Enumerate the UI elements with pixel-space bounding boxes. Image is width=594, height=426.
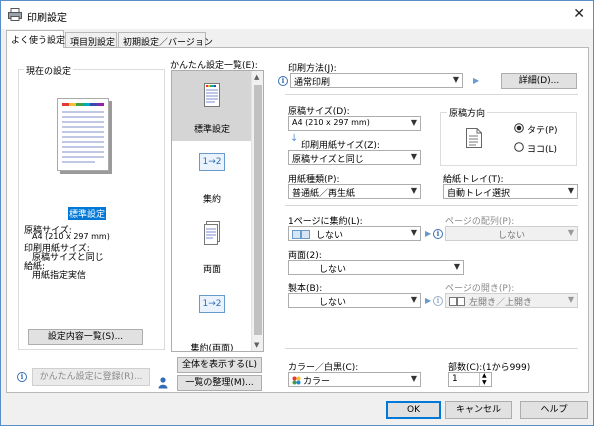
- quick-item-standard-label: 標準設定: [193, 125, 230, 135]
- tray-select[interactable]: 自動トレイ選択 ▼: [443, 184, 578, 199]
- color-select[interactable]: カラー ▼: [288, 372, 421, 387]
- scroll-thumb[interactable]: [254, 85, 262, 335]
- booklet-triangle-icon: ▶: [425, 296, 432, 305]
- booklet-info-icon[interactable]: i: [433, 296, 443, 306]
- current-settings-label: 現在の設定: [24, 64, 74, 77]
- portrait-page-icon: [466, 128, 482, 148]
- divider: [285, 205, 578, 206]
- radio-portrait-label: タテ(P): [527, 126, 558, 136]
- ok-button[interactable]: OK: [386, 401, 441, 419]
- orientation-label: 原稿方向: [447, 106, 488, 119]
- duplex-select[interactable]: しない ▼: [288, 260, 464, 275]
- register-quick-setting-button[interactable]: かんたん設定に登録(R)...: [32, 368, 150, 386]
- page-order-select[interactable]: しない ▼: [445, 226, 578, 241]
- quick-item-nup-duplex-label: 集約(両面): [190, 344, 234, 352]
- tab-initial-settings-version[interactable]: 初期設定／バージョン: [118, 32, 213, 48]
- quick-list-scrollbar[interactable]: ▲ ▼: [251, 71, 263, 351]
- scroll-down-icon[interactable]: ▼: [254, 341, 259, 349]
- print-method-select[interactable]: 通常印刷 ▼: [290, 73, 463, 88]
- print-settings-window: 印刷設定 ✕ よく使う設定 項目別設定 初期設定／バージョン 現在の設定 標準設…: [0, 0, 594, 426]
- settings-panel: 現在の設定 標準設定 原稿サイズ: A4 (210 x 297 mm) 印刷用紙…: [6, 47, 589, 393]
- copies-input[interactable]: 1 ▲ ▼: [448, 372, 492, 387]
- help-button[interactable]: ヘルプ: [520, 401, 588, 419]
- info-icon[interactable]: i: [17, 372, 27, 382]
- orig-size-detail-value: A4 (210 x 297 mm): [32, 232, 110, 241]
- divider: [285, 94, 578, 95]
- page-layout-icon: [449, 297, 457, 306]
- radio-landscape-label: ヨコ(L): [527, 145, 558, 155]
- settings-list-button[interactable]: 設定内容一覧(S)...: [28, 329, 143, 345]
- nup-info-icon[interactable]: i: [433, 229, 443, 239]
- scroll-up-icon[interactable]: ▲: [254, 73, 259, 81]
- standard-page-icon: [204, 83, 220, 107]
- tab-common-settings[interactable]: よく使う設定: [6, 30, 65, 48]
- tab-detailed-settings[interactable]: 項目別設定: [65, 32, 117, 48]
- orig-size-select[interactable]: A4 (210 x 297 mm) ▼: [288, 116, 421, 131]
- paper-type-select[interactable]: 普通紙／再生紙 ▼: [288, 184, 421, 199]
- nup-icon: 1→2: [199, 153, 225, 171]
- paper-size-select[interactable]: 原稿サイズと同じ ▼: [288, 150, 421, 165]
- organize-list-button[interactable]: 一覧の整理(M)...: [177, 375, 262, 391]
- copies-stepper[interactable]: ▲ ▼: [479, 372, 491, 386]
- color-palette-icon: [292, 376, 301, 385]
- quick-item-nup[interactable]: 1→2 集約: [172, 141, 252, 211]
- duplex-page-icon: [204, 221, 220, 245]
- user-icon: [158, 377, 168, 389]
- cancel-button[interactable]: キャンセル: [445, 401, 512, 419]
- quick-item-duplex-label: 両面: [202, 265, 221, 275]
- chevron-down-icon: ▼: [452, 75, 459, 84]
- close-icon[interactable]: ✕: [573, 6, 585, 22]
- radio-landscape[interactable]: [514, 142, 524, 152]
- expand-triangle-icon: ▶: [473, 76, 480, 85]
- quick-item-nup-label: 集約: [202, 195, 221, 205]
- current-settings-name: 標準設定: [68, 207, 107, 220]
- booklet-select[interactable]: しない ▼: [288, 293, 421, 308]
- spin-up-icon: ▲: [482, 372, 487, 379]
- quick-item-nup-duplex[interactable]: 1→2 集約(両面): [172, 281, 252, 351]
- printer-icon: [8, 8, 22, 21]
- nup-duplex-icon: 1→2: [199, 295, 225, 313]
- spin-down-icon: ▼: [482, 379, 487, 386]
- divider: [285, 348, 578, 349]
- document-preview-icon: [57, 98, 112, 174]
- show-all-button[interactable]: 全体を表示する(L): [177, 357, 262, 373]
- nup-triangle-icon: ▶: [425, 229, 432, 238]
- print-method-info-icon[interactable]: i: [278, 76, 288, 86]
- quick-item-standard[interactable]: 標準設定: [172, 71, 252, 141]
- page-layout-select[interactable]: 左開き／上開き ▼: [445, 293, 578, 308]
- feed-detail-value: 用紙指定実信: [32, 271, 87, 281]
- arrow-down-icon: ↓: [290, 133, 299, 144]
- nup-select[interactable]: しない ▼: [288, 226, 421, 241]
- title-bar: 印刷設定 ✕: [1, 1, 593, 29]
- quick-item-duplex[interactable]: 両面: [172, 211, 252, 281]
- nup-page-icon: [292, 230, 301, 239]
- orientation-group: [440, 112, 577, 166]
- details-button[interactable]: 詳細(D)...: [501, 73, 577, 89]
- radio-portrait[interactable]: [514, 123, 524, 133]
- quick-settings-list[interactable]: 標準設定 1→2 集約 両面 1→2 集約(両面) ▲ ▼: [171, 70, 264, 352]
- window-title: 印刷設定: [27, 13, 67, 24]
